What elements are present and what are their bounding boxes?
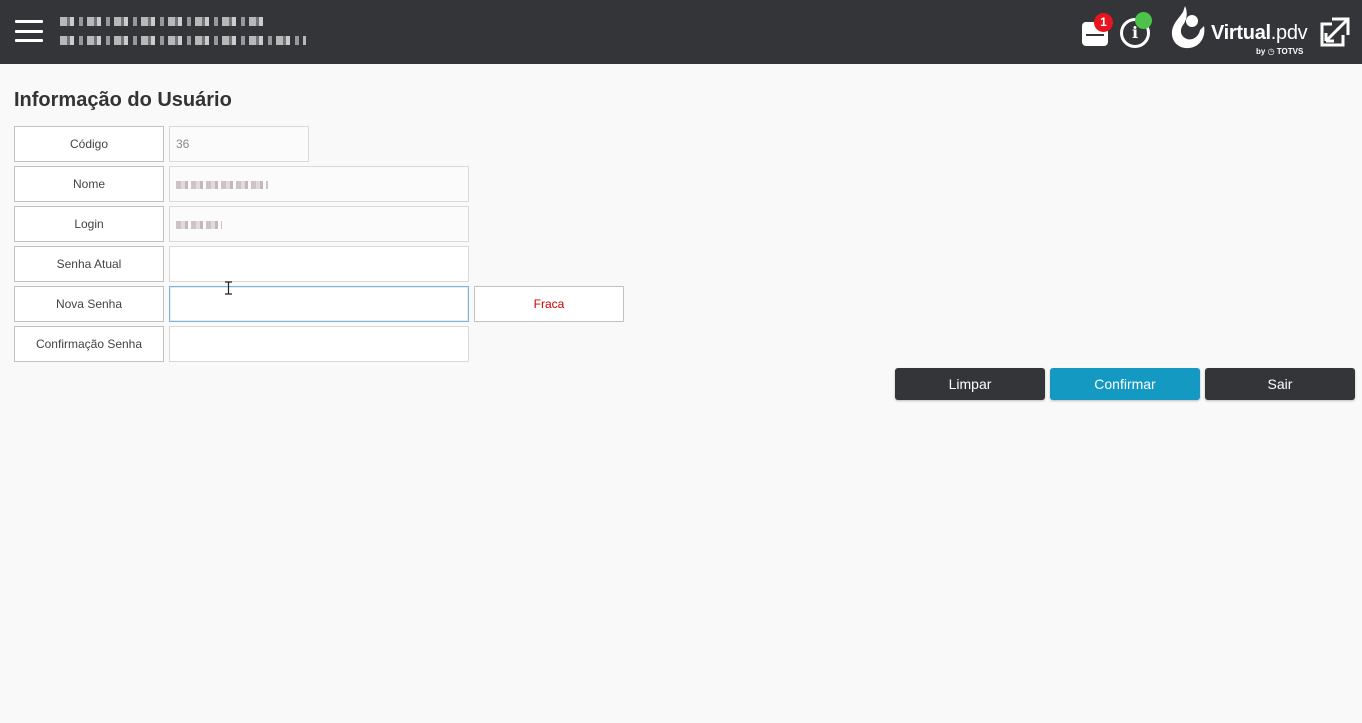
top-bar: 1 i Virtual.pdv by ◷ TOTVS bbox=[0, 0, 1362, 64]
password-strength-indicator: Fraca bbox=[474, 286, 624, 322]
notification-badge: 1 bbox=[1094, 13, 1113, 32]
notifications-button[interactable]: 1 bbox=[1081, 13, 1113, 48]
text-cursor-icon bbox=[225, 281, 232, 295]
limpar-button[interactable]: Limpar bbox=[895, 368, 1045, 400]
senha-atual-input[interactable] bbox=[169, 246, 469, 282]
senha-atual-label: Senha Atual bbox=[14, 246, 164, 282]
virtualpdv-logo-mark bbox=[1171, 6, 1205, 49]
external-window-icon[interactable] bbox=[1318, 15, 1352, 49]
status-indicator bbox=[1135, 12, 1152, 29]
confirmar-button[interactable]: Confirmar bbox=[1050, 368, 1200, 400]
brand-byline: by ◷ TOTVS bbox=[1256, 47, 1304, 56]
confirmacao-label: Confirmação Senha bbox=[14, 326, 164, 362]
confirmacao-senha-input[interactable] bbox=[169, 326, 469, 362]
login-field[interactable] bbox=[169, 206, 469, 242]
redacted-store-name bbox=[60, 17, 268, 26]
info-button[interactable]: i bbox=[1120, 12, 1152, 48]
brand-logo: Virtual.pdv by ◷ TOTVS bbox=[1170, 4, 1308, 60]
brand-name: Virtual.pdv bbox=[1211, 22, 1308, 44]
login-label: Login bbox=[14, 206, 164, 242]
redacted-name-value bbox=[176, 180, 268, 189]
codigo-label: Código bbox=[14, 126, 164, 162]
nome-field[interactable] bbox=[169, 166, 469, 202]
codigo-field: 36 bbox=[169, 126, 309, 162]
page-title: Informação do Usuário bbox=[14, 89, 232, 111]
sair-button[interactable]: Sair bbox=[1205, 368, 1355, 400]
redacted-login-value bbox=[176, 220, 222, 229]
nova-senha-label: Nova Senha bbox=[14, 286, 164, 322]
nome-label: Nome bbox=[14, 166, 164, 202]
nova-senha-input[interactable] bbox=[169, 286, 469, 322]
store-info bbox=[60, 17, 306, 55]
redacted-store-details bbox=[60, 36, 306, 45]
hamburger-menu-icon[interactable] bbox=[15, 20, 43, 42]
